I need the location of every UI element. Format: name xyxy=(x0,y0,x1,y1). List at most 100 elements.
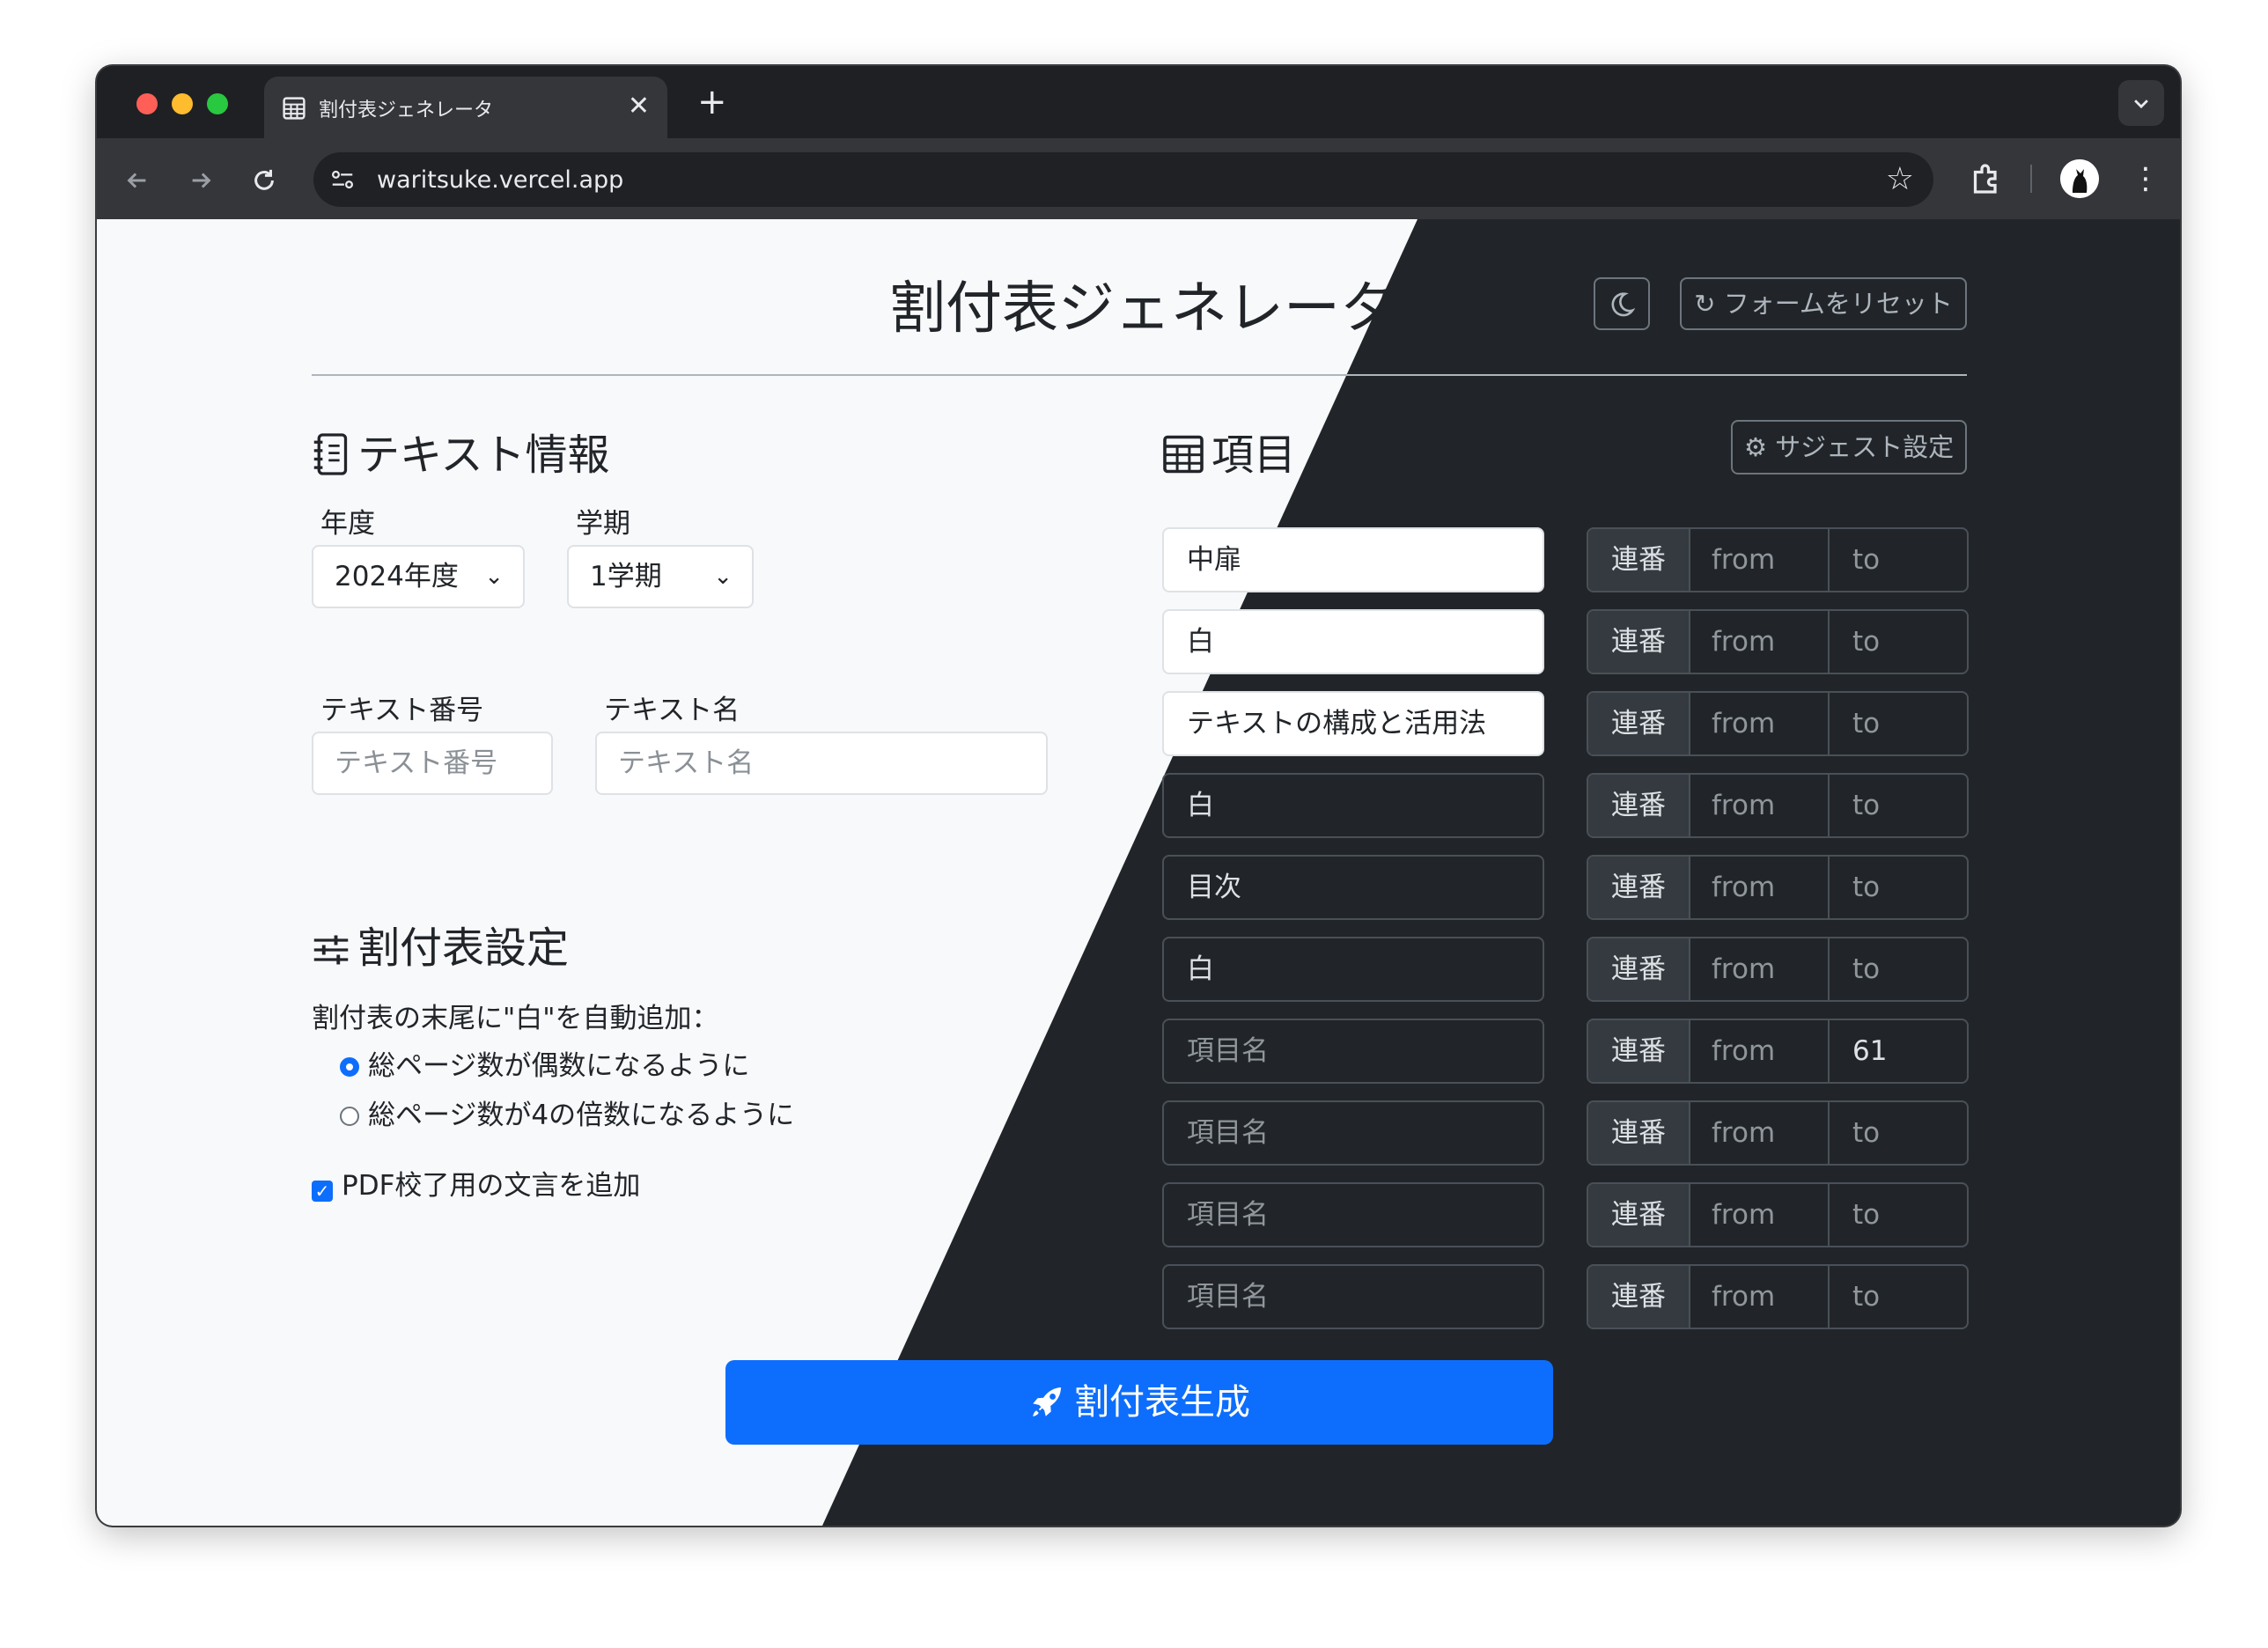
item-numbering-select[interactable]: 連番 xyxy=(1588,529,1690,591)
sliders-icon xyxy=(313,935,349,965)
radio-even-pages[interactable]: 総ページ数が偶数になるように xyxy=(340,1043,749,1083)
year-label: 年度 xyxy=(320,508,375,540)
kebab-menu-icon[interactable]: ⋮ xyxy=(2131,158,2161,200)
item-from-input[interactable]: from xyxy=(1690,693,1830,754)
item-to-input[interactable]: to xyxy=(1831,611,1967,673)
radio-multiple-of-four[interactable]: 総ページ数が4の倍数になるように xyxy=(340,1093,794,1132)
moon-icon xyxy=(1611,291,1636,316)
item-numbering-select[interactable]: 連番 xyxy=(1588,1266,1690,1328)
page-title: 割付表ジェネレータ xyxy=(889,276,1396,342)
radio-button[interactable] xyxy=(340,1107,359,1126)
browser-tab[interactable]: 割付表ジェネレータ ✕ xyxy=(264,77,667,138)
back-button[interactable] xyxy=(116,158,158,200)
item-name-input[interactable]: 項目名 xyxy=(1162,1264,1544,1329)
text-name-label: テキスト名 xyxy=(604,695,740,726)
reset-form-label: フォームをリセット xyxy=(1723,289,1953,319)
item-range-group: 連番 from to xyxy=(1587,1264,1969,1329)
item-name-input[interactable]: 白 xyxy=(1162,937,1544,1002)
profile-cat-icon xyxy=(2060,159,2099,198)
item-to-input[interactable]: to xyxy=(1831,857,1967,918)
item-to-input[interactable]: to xyxy=(1831,529,1967,591)
item-name-input[interactable]: 目次 xyxy=(1162,855,1544,920)
reload-icon xyxy=(254,169,274,190)
item-from-input[interactable]: from xyxy=(1690,775,1830,836)
item-numbering-select[interactable]: 連番 xyxy=(1588,1020,1690,1082)
zoom-window-button[interactable] xyxy=(207,93,228,114)
item-from-input[interactable]: from xyxy=(1690,611,1830,673)
item-numbering-select[interactable]: 連番 xyxy=(1588,938,1690,1000)
close-window-button[interactable] xyxy=(136,93,158,114)
item-name-input[interactable]: 項目名 xyxy=(1162,1182,1544,1247)
item-from-input[interactable]: from xyxy=(1690,1020,1830,1082)
item-name-input[interactable]: 中扉 xyxy=(1162,527,1544,592)
browser-window: 割付表ジェネレータ ✕ + waritsuke.vercel.app ☆ ⋮ 割… xyxy=(97,66,2180,1526)
item-from-input[interactable]: from xyxy=(1690,1184,1830,1246)
item-numbering-select[interactable]: 連番 xyxy=(1588,775,1690,836)
item-from-input[interactable]: from xyxy=(1690,938,1830,1000)
item-name-input[interactable]: 項目名 xyxy=(1162,1019,1544,1084)
forward-button[interactable] xyxy=(180,158,222,200)
item-numbering-select[interactable]: 連番 xyxy=(1588,693,1690,754)
item-range-group: 連番 from to xyxy=(1587,773,1969,838)
suggest-settings-button[interactable]: ⚙ サジェスト設定 xyxy=(1731,420,1967,475)
extensions-icon[interactable] xyxy=(1969,161,2004,196)
new-tab-button[interactable]: + xyxy=(697,80,727,124)
text-number-label: テキスト番号 xyxy=(320,695,484,726)
text-name-placeholder: テキスト名 xyxy=(618,747,755,779)
item-to-input[interactable]: to xyxy=(1831,1184,1967,1246)
address-bar[interactable]: waritsuke.vercel.app ☆ xyxy=(313,152,1933,207)
text-info-heading: テキスト情報 xyxy=(312,420,610,482)
item-from-input[interactable]: from xyxy=(1690,529,1830,591)
reload-button[interactable] xyxy=(243,158,285,200)
term-select[interactable]: 1学期 ⌄ xyxy=(567,545,754,608)
text-name-input[interactable]: テキスト名 xyxy=(595,732,1048,795)
tab-strip: 割付表ジェネレータ ✕ + xyxy=(97,66,2180,138)
pdf-checkbox-row[interactable]: ✓ PDF校了用の文言を追加 xyxy=(312,1163,640,1203)
radio-even-label: 総ページ数が偶数になるように xyxy=(368,1050,750,1082)
radio-four-label: 総ページ数が4の倍数になるように xyxy=(368,1100,795,1131)
generate-button[interactable]: 割付表生成 xyxy=(725,1360,1553,1445)
chevron-down-icon xyxy=(2134,99,2148,109)
item-name-input[interactable]: テキストの構成と活用法 xyxy=(1162,691,1544,756)
item-numbering-select[interactable]: 連番 xyxy=(1588,611,1690,673)
item-to-input[interactable]: to xyxy=(1831,693,1967,754)
reset-form-button[interactable]: ↻ フォームをリセット xyxy=(1680,277,1967,330)
text-number-input[interactable]: テキスト番号 xyxy=(312,732,553,795)
year-select[interactable]: 2024年度 ⌄ xyxy=(312,545,525,608)
item-name-input[interactable]: 白 xyxy=(1162,609,1544,674)
item-from-input[interactable]: from xyxy=(1690,857,1830,918)
tab-search-button[interactable] xyxy=(2118,80,2164,126)
forward-arrow-icon xyxy=(192,172,211,188)
text-info-heading-label: テキスト情報 xyxy=(357,430,610,480)
header-divider xyxy=(312,374,1967,376)
item-to-input[interactable]: to xyxy=(1831,1266,1967,1328)
star-icon[interactable]: ☆ xyxy=(1886,161,1914,197)
item-name-input[interactable]: 項目名 xyxy=(1162,1100,1544,1166)
tab-close-icon[interactable]: ✕ xyxy=(628,89,650,124)
item-range-group: 連番 from to xyxy=(1587,609,1969,674)
table-icon xyxy=(1163,435,1204,474)
item-to-input[interactable]: 61 xyxy=(1831,1020,1967,1082)
item-range-group: 連番 from to xyxy=(1587,691,1969,756)
term-select-value: 1学期 xyxy=(590,561,662,592)
term-label: 学期 xyxy=(576,508,630,540)
avatar-icon[interactable] xyxy=(2060,159,2099,198)
items-heading: 項目 xyxy=(1162,420,1296,482)
item-range-group: 連番 from to xyxy=(1587,855,1969,920)
item-name-input[interactable]: 白 xyxy=(1162,773,1544,838)
item-to-input[interactable]: to xyxy=(1831,938,1967,1000)
grid-icon xyxy=(283,97,306,120)
item-to-input[interactable]: to xyxy=(1831,775,1967,836)
item-numbering-select[interactable]: 連番 xyxy=(1588,1102,1690,1164)
minimize-window-button[interactable] xyxy=(172,93,193,114)
rocket-icon xyxy=(1033,1387,1063,1416)
item-numbering-select[interactable]: 連番 xyxy=(1588,1184,1690,1246)
checkbox-checked-icon[interactable]: ✓ xyxy=(312,1181,333,1202)
item-range-group: 連番 from to xyxy=(1587,1100,1969,1166)
radio-button[interactable] xyxy=(340,1057,359,1077)
item-numbering-select[interactable]: 連番 xyxy=(1588,857,1690,918)
item-from-input[interactable]: from xyxy=(1690,1266,1830,1328)
item-to-input[interactable]: to xyxy=(1831,1102,1967,1164)
dark-mode-toggle[interactable] xyxy=(1594,277,1650,330)
item-from-input[interactable]: from xyxy=(1690,1102,1830,1164)
